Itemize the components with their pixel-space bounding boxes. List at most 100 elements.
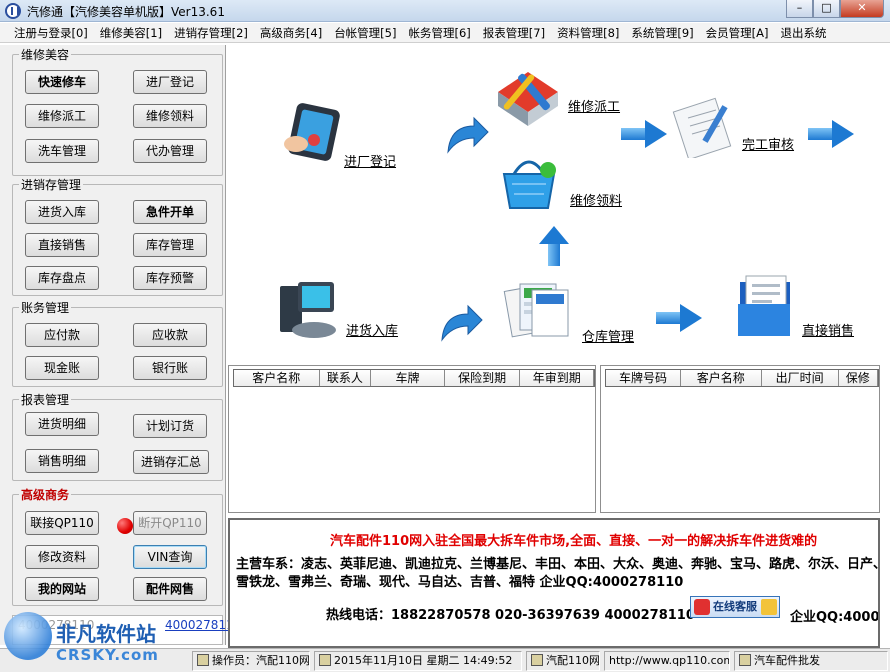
quick-repair-button[interactable]: 快速修车 (25, 70, 99, 94)
stock-manage-button[interactable]: 库存管理 (133, 233, 207, 257)
promo-cell[interactable]: 汽车配件批发 (734, 651, 888, 671)
online-service-label: 在线客服 (713, 600, 757, 613)
advert-text: 汽车配件110网入驻全国最大拆车件市场,全面、直接、一对一的解决拆车件进货难的 (330, 534, 818, 549)
arrow-right-icon (656, 304, 702, 332)
menu-register[interactable]: 注册与登录[0] (8, 23, 94, 42)
car-wash-button[interactable]: 洗车管理 (25, 139, 99, 163)
complete-document-icon[interactable] (672, 96, 738, 161)
menu-data[interactable]: 资料管理[8] (551, 23, 625, 42)
repair-pick-button[interactable]: 维修领料 (133, 104, 207, 128)
column-header[interactable]: 车牌号码 (606, 370, 681, 386)
operator-cell: 操作员：汽配110网 (192, 651, 310, 671)
connection-status-icon (117, 518, 133, 534)
menu-inventory[interactable]: 进销存管理[2] (168, 23, 254, 42)
minimize-button[interactable]: – (786, 0, 813, 18)
plan-order-button[interactable]: 计划订货 (133, 414, 207, 438)
menu-ledger[interactable]: 台帐管理[5] (328, 23, 402, 42)
title-bar: 汽修通【汽修美容单机版】Ver13.61 – □ ✕ (0, 0, 890, 22)
entry-register-button[interactable]: 进厂登记 (133, 70, 207, 94)
column-header[interactable]: 保修 (838, 370, 878, 386)
purchase-detail-button[interactable]: 进货明细 (25, 412, 99, 436)
watermark-cn-text: 非凡软件站 (56, 622, 156, 646)
complete-link[interactable]: 完工审核 (742, 134, 794, 153)
agency-button[interactable]: 代办管理 (133, 139, 207, 163)
menu-bar: 注册与登录[0] 维修美容[1] 进销存管理[2] 高级商务[4] 台帐管理[5… (0, 23, 890, 43)
my-website-button[interactable]: 我的网站 (25, 577, 99, 601)
group-reports-title: 报表管理 (19, 391, 72, 408)
menu-business[interactable]: 高级商务[4] (254, 23, 328, 42)
bank-account-button[interactable]: 银行账 (133, 356, 207, 380)
connect-qp110-button[interactable]: 联接QP110 (25, 511, 99, 535)
menu-accounts[interactable]: 帐务管理[6] (402, 23, 476, 42)
payable-button[interactable]: 应付款 (25, 323, 99, 347)
datetime-cell: 2015年11月10日 星期二 14:49:52 (314, 651, 522, 671)
site-text: 汽配110网 (546, 654, 600, 667)
reminder-tables: 客户名称 联系人 车牌 保险到期 年审到期 车牌号码 客户名称 出厂时间 保修 (228, 365, 880, 513)
sales-detail-button[interactable]: 销售明细 (25, 449, 99, 473)
cash-account-button[interactable]: 现金账 (25, 356, 99, 380)
group-accounts: 账务管理 应付款 应收款 现金账 银行账 (12, 299, 223, 387)
column-header[interactable]: 车牌 (371, 370, 445, 386)
menu-exit[interactable]: 退出系统 (775, 23, 833, 42)
curve-arrow-icon (438, 304, 484, 344)
direct-sale-link[interactable]: 直接销售 (802, 320, 854, 339)
dispatch-link[interactable]: 维修派工 (568, 96, 620, 115)
stock-count-button[interactable]: 库存盘点 (25, 266, 99, 290)
online-service-button[interactable]: 在线客服 (690, 596, 780, 618)
window-title: 汽修通【汽修美容单机版】Ver13.61 (27, 5, 225, 19)
purchase-link[interactable]: 进货入库 (346, 320, 398, 339)
column-header[interactable]: 年审到期 (520, 370, 595, 386)
edit-profile-button[interactable]: 修改资料 (25, 545, 99, 569)
url-cell[interactable]: http://www.qp110.com (604, 651, 730, 671)
receivable-button[interactable]: 应收款 (133, 323, 207, 347)
table-header: 车牌号码 客户名称 出厂时间 保修 (605, 369, 879, 387)
group-accounts-title: 账务管理 (19, 299, 72, 316)
pick-link[interactable]: 维修领料 (570, 190, 622, 209)
vehicle-table[interactable]: 车牌号码 客户名称 出厂时间 保修 (600, 365, 880, 513)
column-header[interactable]: 客户名称 (234, 370, 320, 386)
column-header[interactable]: 出厂时间 (761, 370, 839, 386)
menu-repair[interactable]: 维修美容[1] (94, 23, 168, 42)
window-controls: – □ ✕ (786, 0, 884, 18)
group-reports: 报表管理 进货明细 计划订货 销售明细 进销存汇总 (12, 391, 223, 481)
stock-alert-button[interactable]: 库存预警 (133, 266, 207, 290)
column-header[interactable]: 联系人 (319, 370, 372, 386)
group-business: 高级商务 联接QP110 断开QP110 修改资料 VIN查询 我的网站 配件网… (12, 486, 223, 606)
parts-online-sale-button[interactable]: 配件网售 (133, 577, 207, 601)
warehouse-docs-icon[interactable] (502, 278, 576, 342)
home-icon (739, 654, 751, 666)
phone-icon (694, 599, 710, 615)
register-link[interactable]: 进厂登记 (344, 151, 396, 170)
column-header[interactable]: 保险到期 (444, 370, 521, 386)
site-cell[interactable]: 汽配110网 (526, 651, 600, 671)
info-panel: 汽车配件110网入驻全国最大拆车件市场,全面、直接、一对一的解决拆车件进货难的 … (228, 518, 880, 648)
curve-arrow-icon (444, 116, 490, 156)
workflow-area: 进厂登记 维修派工 完工审核 维修领料 进货入库 仓库管理 直接销售 (228, 52, 880, 362)
url-text: http://www.qp110.com (609, 654, 730, 667)
direct-sale-folder-icon[interactable] (732, 268, 800, 340)
watermark-logo: 非凡软件站 CRSKY.com (0, 608, 160, 672)
register-tablet-icon[interactable] (280, 100, 342, 164)
group-inventory: 进销存管理 进货入库 急件开单 直接销售 库存管理 库存盘点 库存预警 (12, 176, 223, 296)
disconnect-qp110-button[interactable]: 断开QP110 (133, 511, 207, 535)
warehouse-link[interactable]: 仓库管理 (582, 326, 634, 345)
insurance-reminder-table[interactable]: 客户名称 联系人 车牌 保险到期 年审到期 (228, 365, 596, 513)
dispatch-toolbox-icon[interactable] (492, 62, 562, 128)
group-repair: 维修美容 快速修车 进厂登记 维修派工 维修领料 洗车管理 代办管理 (12, 46, 223, 176)
promo-text: 汽车配件批发 (754, 654, 820, 667)
purchase-computer-icon[interactable] (274, 278, 340, 344)
inventory-summary-button[interactable]: 进销存汇总 (133, 450, 209, 474)
direct-sale-button[interactable]: 直接销售 (25, 233, 99, 257)
arrow-right-icon (808, 120, 854, 148)
menu-reports[interactable]: 报表管理[7] (477, 23, 551, 42)
pick-basket-icon[interactable] (494, 148, 564, 214)
menu-members[interactable]: 会员管理[A] (700, 23, 775, 42)
urgent-order-button[interactable]: 急件开单 (133, 200, 207, 224)
purchase-in-button[interactable]: 进货入库 (25, 200, 99, 224)
maximize-button[interactable]: □ (813, 0, 840, 18)
close-button[interactable]: ✕ (840, 0, 884, 18)
repair-dispatch-button[interactable]: 维修派工 (25, 104, 99, 128)
column-header[interactable]: 客户名称 (680, 370, 762, 386)
menu-system[interactable]: 系统管理[9] (625, 23, 699, 42)
vin-query-button[interactable]: VIN查询 (133, 545, 207, 569)
